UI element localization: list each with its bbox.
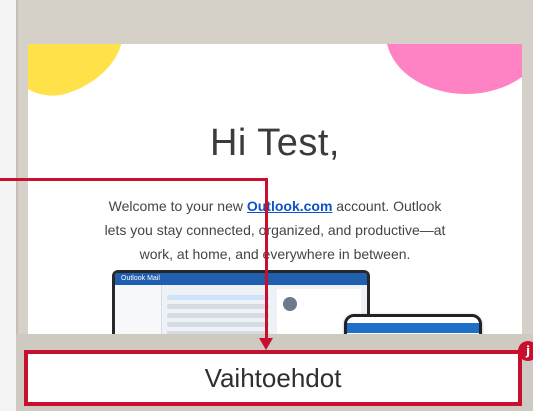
preview-message-list bbox=[163, 291, 273, 334]
welcome-text: Welcome to your new Outlook.com account.… bbox=[98, 194, 452, 266]
page-margin bbox=[0, 0, 16, 411]
options-button[interactable]: Vaihtoehdot bbox=[24, 350, 522, 406]
callout-line-vertical bbox=[265, 178, 268, 342]
preview-row bbox=[167, 295, 269, 300]
preview-folder-pane bbox=[115, 285, 162, 334]
outlook-link[interactable]: Outlook.com bbox=[247, 198, 333, 214]
phone-preview-image bbox=[344, 314, 482, 334]
laptop-preview-image: Outlook Mail bbox=[112, 270, 370, 334]
preview-app-title: Outlook Mail bbox=[115, 273, 367, 285]
callout-arrowhead-icon bbox=[259, 338, 273, 350]
preview-row bbox=[167, 304, 269, 309]
decorative-pink-blob bbox=[386, 44, 522, 94]
phone-preview-bar bbox=[347, 323, 479, 333]
email-greeting: Hi Test, bbox=[209, 122, 340, 164]
welcome-prefix: Welcome to your new bbox=[108, 198, 247, 214]
callout-line-horizontal bbox=[0, 178, 268, 181]
preview-row bbox=[167, 322, 269, 327]
options-label: Vaihtoehdot bbox=[204, 362, 342, 393]
decorative-yellow-blob bbox=[28, 44, 138, 109]
welcome-email: Hi Test, Welcome to your new Outlook.com… bbox=[28, 44, 522, 334]
avatar bbox=[283, 297, 297, 311]
preview-row bbox=[167, 313, 269, 318]
callout-marker: j bbox=[518, 341, 533, 361]
